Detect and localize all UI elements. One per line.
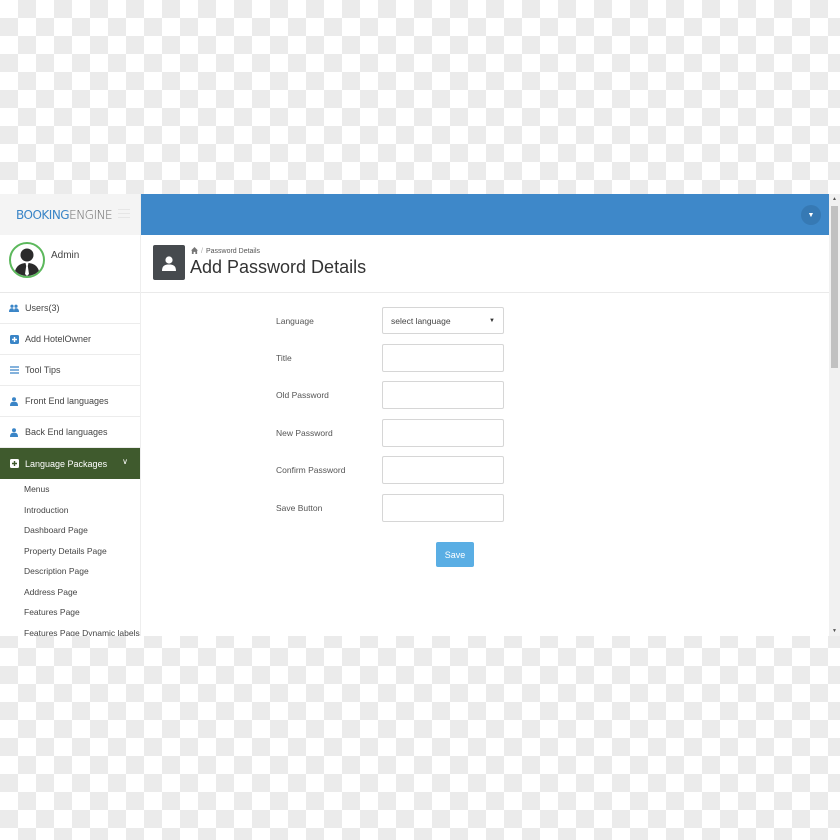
password-details-form: Language select language ▼ Title Old Pas…	[141, 293, 829, 636]
language-label: Language	[276, 316, 314, 326]
sidebar-item-language-packages[interactable]: Language Packages ∨	[0, 448, 140, 479]
sidebar-item-label: Back End languages	[25, 427, 108, 437]
top-navbar: ▼	[141, 194, 829, 235]
plus-square-icon	[9, 459, 19, 469]
submenu-item-features-page-dynamic-labels[interactable]: Features Page Dynamic labels	[0, 623, 140, 636]
title-label: Title	[276, 353, 292, 363]
language-select-value: select language	[391, 315, 451, 326]
caret-down-icon: ▼	[807, 211, 815, 219]
submenu-item-menus[interactable]: Menus	[0, 479, 140, 500]
sidebar-item-users[interactable]: Users(3)	[0, 293, 140, 324]
logo-bar: BOOKINGENGINE	[0, 194, 140, 235]
home-icon[interactable]	[191, 247, 198, 256]
new-password-label: New Password	[276, 428, 333, 438]
scroll-down-arrow-icon[interactable]: ▼	[829, 626, 840, 636]
language-select[interactable]: select language ▼	[382, 307, 504, 334]
language-packages-submenu: Menus Introduction Dashboard Page Proper…	[0, 479, 140, 636]
page-title: Add Password Details	[190, 257, 367, 277]
page-header: / Password Details Add Password Details	[141, 235, 829, 293]
user-silhouette-icon	[14, 248, 40, 276]
submenu-item-dashboard-page[interactable]: Dashboard Page	[0, 520, 140, 541]
plus-square-icon	[9, 334, 19, 344]
sidebar-item-front-end-languages[interactable]: Front End languages	[0, 386, 140, 417]
user-icon	[9, 427, 19, 437]
sidebar-item-label: Users(3)	[25, 303, 60, 313]
form-row-title: Title	[141, 344, 829, 372]
sidebar: BOOKINGENGINE Admin Users(3) Add HotelOw…	[0, 194, 141, 636]
caret-down-icon: ▼	[489, 317, 495, 324]
form-row-confirm-password: Confirm Password	[141, 456, 829, 484]
scroll-up-arrow-icon[interactable]: ▲	[829, 194, 840, 204]
breadcrumb-separator: /	[201, 248, 203, 255]
app-window: BOOKINGENGINE Admin Users(3) Add HotelOw…	[0, 194, 840, 636]
user-icon	[153, 245, 185, 280]
logo-primary: BOOKING	[16, 207, 70, 222]
page-scrollbar[interactable]: ▲ ▼	[829, 194, 840, 636]
chevron-down-icon[interactable]: ∨	[122, 457, 128, 466]
user-profile: Admin	[0, 235, 140, 293]
old-password-label: Old Password	[276, 390, 329, 400]
submenu-item-introduction[interactable]: Introduction	[0, 500, 140, 521]
sidebar-item-label: Add HotelOwner	[25, 334, 92, 344]
users-icon	[9, 303, 19, 313]
brand-logo[interactable]: BOOKINGENGINE	[16, 207, 113, 222]
sidebar-item-label: Front End languages	[25, 396, 109, 406]
user-menu-toggle[interactable]: ▼	[801, 205, 821, 225]
sidebar-item-back-end-languages[interactable]: Back End languages	[0, 417, 140, 448]
submenu-item-address-page[interactable]: Address Page	[0, 582, 140, 603]
user-icon	[9, 396, 19, 406]
form-row-save-button: Save Button	[141, 494, 829, 522]
title-input[interactable]	[382, 344, 504, 372]
breadcrumb-current: Password Details	[205, 248, 261, 255]
old-password-input[interactable]	[382, 381, 504, 409]
form-row-old-password: Old Password	[141, 381, 829, 409]
form-row-language: Language select language ▼	[141, 307, 829, 335]
submenu-item-description-page[interactable]: Description Page	[0, 561, 140, 582]
save-button[interactable]: Save	[436, 542, 474, 567]
hamburger-menu-icon[interactable]	[118, 209, 130, 218]
sidebar-item-tool-tips[interactable]: Tool Tips	[0, 355, 140, 386]
save-button-label: Save Button	[276, 503, 323, 513]
form-row-new-password: New Password	[141, 419, 829, 447]
save-button-input[interactable]	[382, 494, 504, 522]
profile-name: Admin	[51, 250, 80, 261]
new-password-input[interactable]	[382, 419, 504, 447]
submenu-item-property-details-page[interactable]: Property Details Page	[0, 541, 140, 562]
sidebar-item-add-hotelowner[interactable]: Add HotelOwner	[0, 324, 140, 355]
scrollbar-thumb[interactable]	[831, 206, 838, 368]
sidebar-item-label: Language Packages	[25, 458, 108, 469]
list-icon	[9, 365, 19, 375]
sidebar-item-label: Tool Tips	[25, 365, 61, 375]
submenu-item-features-page[interactable]: Features Page	[0, 602, 140, 623]
confirm-password-label: Confirm Password	[276, 465, 346, 475]
logo-secondary: ENGINE	[69, 207, 113, 222]
breadcrumb: / Password Details	[191, 247, 260, 256]
avatar[interactable]	[9, 242, 45, 278]
confirm-password-input[interactable]	[382, 456, 504, 484]
